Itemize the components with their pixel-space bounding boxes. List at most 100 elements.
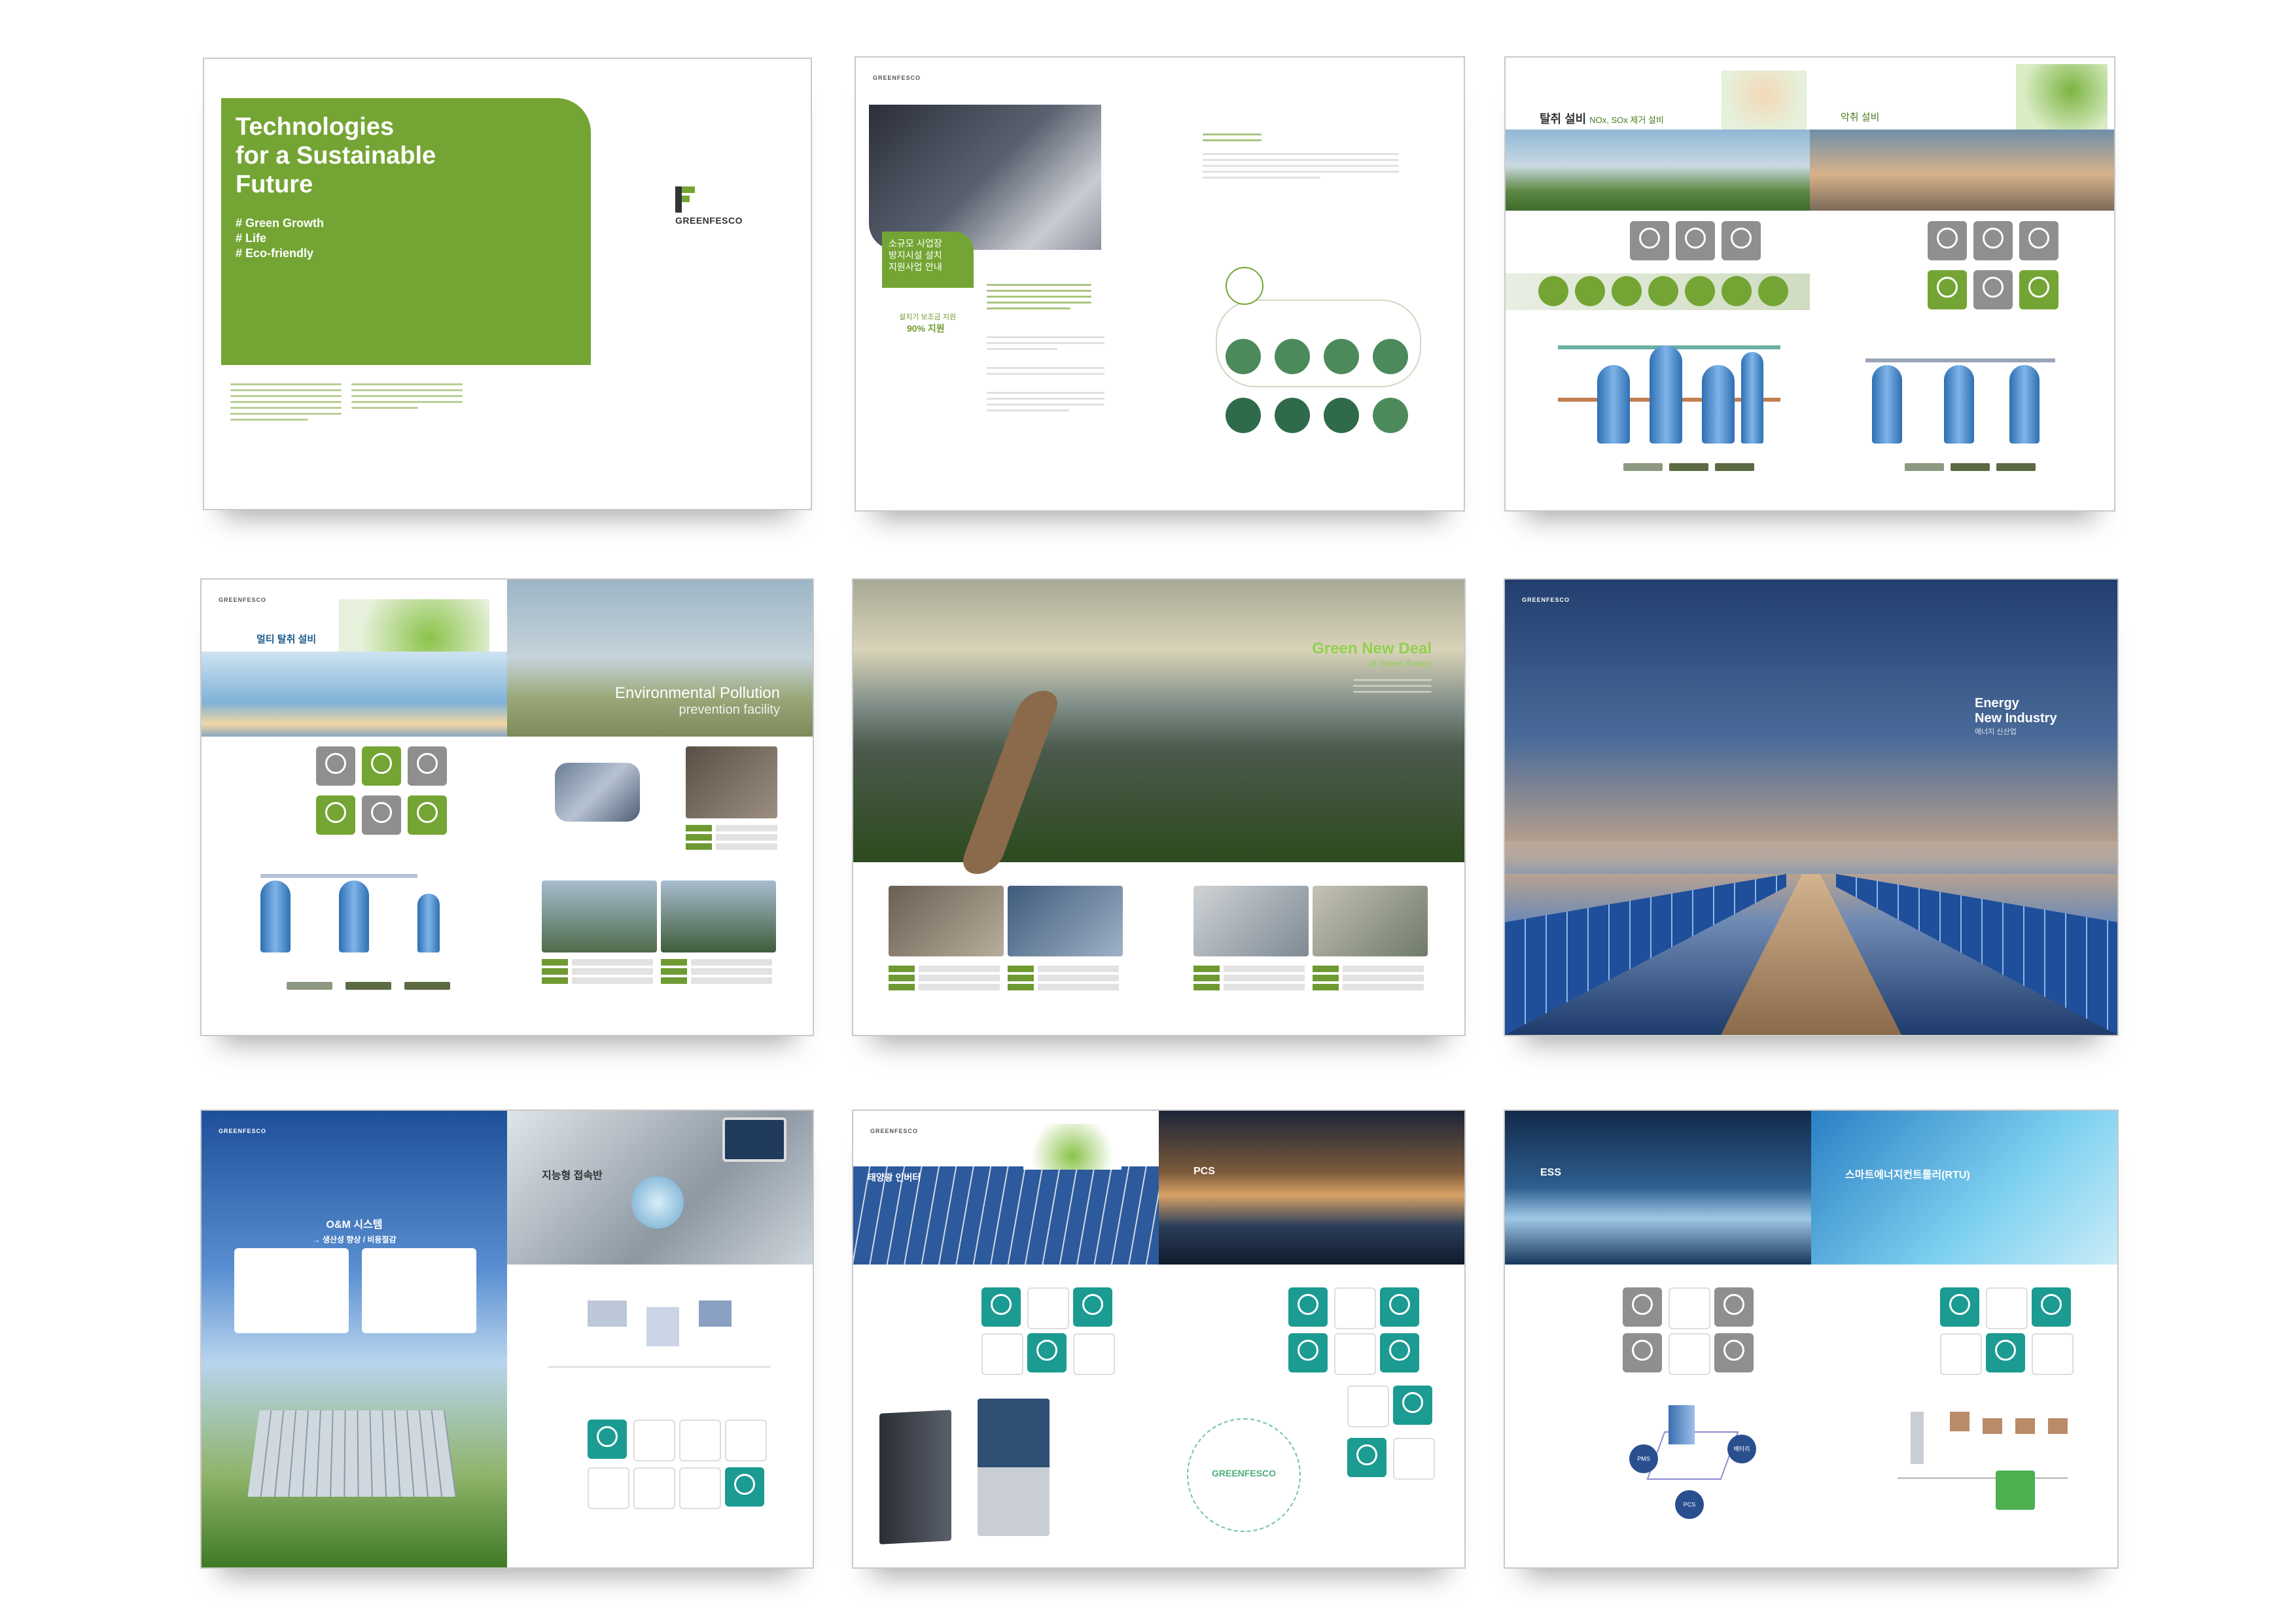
rtu-icon-6 [2032,1333,2074,1375]
junction-icon-3 [679,1420,721,1461]
city-banner-photo: Environmental Pollution prevention facil… [507,580,813,737]
greenfesco-logo-icon [675,186,698,213]
multi-icon-6 [408,795,447,835]
flow-node-3 [1324,339,1359,374]
spread2-bullets [987,332,1104,415]
om-title: O&M 시스템 [326,1219,383,1230]
cover-tag-green-growth: # Green Growth [236,217,325,230]
pcs-icon-8 [1393,1386,1432,1425]
spread2-intro-text [987,280,1091,313]
pcs-icon-1 [1288,1287,1328,1327]
tablet-banner [507,1111,813,1265]
city-skyline [1505,841,2117,874]
rtu-photo [1811,1111,2117,1265]
pcs-city-photo [1159,1111,1464,1265]
facility-spec-2 [1008,966,1119,993]
process-icon-3 [1722,221,1761,260]
equipment-spec-1 [686,825,777,852]
cover-title-line1: Technologies [236,113,395,141]
rtu-icon-4 [1940,1333,1982,1375]
inverter-icon-4 [981,1333,1023,1375]
cloud-icon [631,1176,684,1229]
cover-title: Technologies for a Sustainable Future [236,113,436,199]
odor-title: 악취 설비 [1841,112,1880,123]
junction-icon-7 [679,1467,721,1509]
solar-tracker [247,1410,457,1497]
pcs-title: PCS [1193,1166,1215,1177]
ess-title: ESS [1540,1167,1562,1178]
flow-node-4 [1373,339,1408,374]
cover-green-panel: Technologies for a Sustainable Future # … [221,98,591,365]
solar-city-illustration [1023,1124,1122,1170]
multi-icon-5 [362,795,401,835]
ess-node-battery: 배터리 [1727,1435,1756,1463]
flow-diagram [1190,267,1438,476]
multi-diagram [221,867,483,998]
inverter-icon-1 [981,1287,1021,1327]
odor-icon-3 [2019,221,2058,260]
odor-diagram [1846,332,2094,483]
equipment-spec-2 [542,959,653,986]
spread-inverter-pcs: GREENFESCO 태양광 인버터 PCS GREENFESCO [852,1109,1466,1569]
inverter-icon-6 [1073,1333,1115,1375]
smart-junction-title: 지능형 접속반 [542,1170,603,1181]
flow-node-6 [1275,398,1310,433]
spread-energy-new-industry: GREENFESCO Energy New Industry 에너지 신산업 [1504,578,2119,1036]
ess-icon-5 [1669,1333,1710,1375]
rtu-icon-2 [1986,1287,2028,1329]
om-diagram-panel-2 [362,1248,476,1333]
flow-node-start [1226,267,1263,305]
ess-icon-2 [1669,1287,1710,1329]
energy-title-line1: Energy [1975,696,2019,710]
multi-icon-4 [316,795,355,835]
cover-title-line3: Future [236,171,313,198]
energy-title-line2: New Industry [1975,711,2057,725]
inverter-icon-5 [1027,1333,1067,1372]
energy-title: Energy New Industry 에너지 신산업 [1975,696,2057,737]
pcs-icon-10 [1393,1438,1435,1480]
deodorizing-diagram [1545,319,1807,483]
pcs-icon-7 [1347,1386,1389,1427]
ess-icon-3 [1714,1287,1754,1327]
spread4-small-logo: GREENFESCO [219,597,267,603]
odor-icon-6 [2019,270,2058,309]
banner-text: Environmental Pollution prevention facil… [615,684,780,718]
ess-icon-1 [1623,1287,1662,1327]
flow-node-1 [1226,339,1261,374]
inverter-icon-2 [1027,1287,1069,1329]
tree-photo [2016,64,2108,130]
odor-icon-1 [1928,221,1967,260]
spread2-right-list [1203,130,1399,183]
new-deal-title-line2: of Green Fesco [1368,658,1432,669]
coast-path [957,691,1063,874]
scrubber-3d [555,763,640,822]
cover-logo: GREENFESCO [675,186,743,226]
junction-icon-1 [588,1420,627,1459]
facility-spec-1 [889,966,1000,993]
business-photo [869,105,1101,250]
family-photo [1722,71,1807,130]
equipment-photo-3 [661,881,776,952]
pcs-icon-2 [1334,1287,1376,1329]
spread7-small-logo: GREENFESCO [219,1128,267,1134]
junction-icon-8 [725,1467,764,1507]
multi-icon-1 [316,746,355,786]
cover-body-text-right [351,379,463,413]
equipment-photo-1 [686,746,777,818]
spread6-small-logo: GREENFESCO [1522,597,1570,603]
cover-title-line2: for a Sustainable [236,142,436,169]
om-left-page: GREENFESCO O&M 시스템 → 생산성 향상 / 비용절감 [202,1111,507,1567]
rtu-diagram [1871,1399,2087,1529]
ring-logo-text: GREENFESCO [1211,1468,1276,1478]
pcs-icon-9 [1347,1438,1386,1477]
cover-body-text-left [230,379,342,425]
cover-logo-text: GREENFESCO [675,215,743,226]
new-deal-title: Green New Deal of Green Fesco [1312,640,1432,697]
energy-subtitle: 에너지 신산업 [1975,728,2017,736]
spread-ess-rtu: GREENFESCO ESS 스마트에너지컨트롤러(RTU) PMS 배터리 P… [1504,1109,2119,1569]
multi-deodorizing-title: 멀티 탈취 설비 [256,634,317,645]
om-subtitle: → 생산성 향상 / 비용절감 [312,1235,397,1244]
junction-icon-5 [588,1467,629,1509]
cover-tag-eco: # Eco-friendly [236,247,314,260]
ess-icon-6 [1714,1333,1754,1372]
